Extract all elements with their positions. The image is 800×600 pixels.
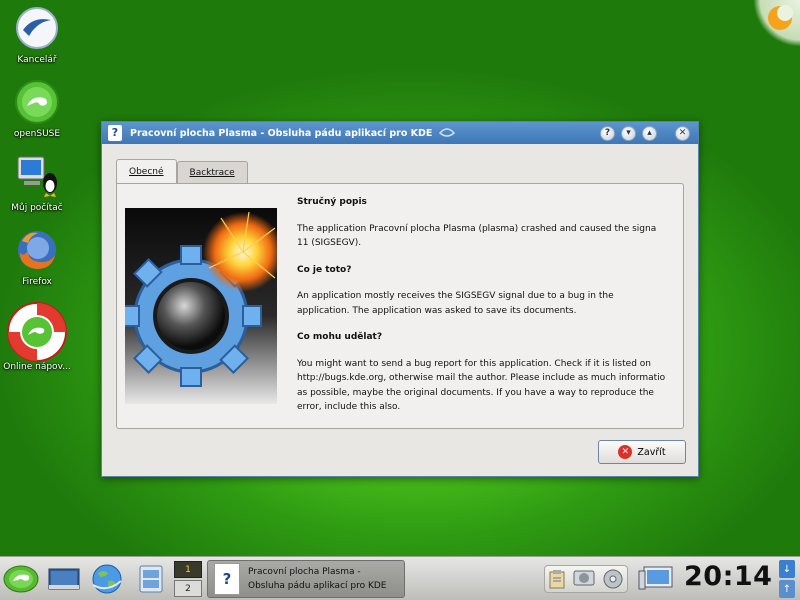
pager-desktop-1[interactable]: 1 bbox=[174, 561, 202, 578]
opensuse-icon bbox=[13, 78, 61, 126]
general-panel: Stručný popis The application Pracovní p… bbox=[116, 183, 684, 429]
section-heading-what: Co je toto? bbox=[297, 264, 352, 275]
task-title-line: Pracovní plocha Plasma - bbox=[248, 567, 361, 577]
text-line: http://bugs.kde.org, otherwise mail the … bbox=[297, 373, 666, 383]
text-line: You might want to send a bug report for … bbox=[297, 358, 651, 369]
text-line: application. The application was asked t… bbox=[297, 305, 577, 316]
desktop-icon-opensuse[interactable]: openSUSE bbox=[4, 78, 70, 139]
section-text-summary: The application Pracovní plocha Plasma (… bbox=[297, 222, 683, 251]
desktop-icon-label: Můj počítač bbox=[11, 203, 63, 213]
desktop-icon-online-help[interactable]: Online nápov... bbox=[3, 300, 71, 372]
minimize-icon[interactable]: ▾ bbox=[621, 125, 636, 141]
section-heading-summary: Stručný popis bbox=[297, 197, 367, 207]
device-notifier[interactable] bbox=[636, 563, 676, 595]
my-computer-icon bbox=[13, 152, 61, 200]
close-icon[interactable]: ✕ bbox=[675, 125, 690, 141]
text-line: as possible, maybe the original document… bbox=[297, 387, 654, 398]
help-icon[interactable]: ? bbox=[600, 125, 615, 141]
optical-drive-icon[interactable] bbox=[602, 568, 624, 590]
desktop-pager: 1 2 bbox=[174, 561, 202, 597]
crash-illustration bbox=[125, 208, 277, 404]
taskbar-task-crash-handler[interactable]: ? Pracovní plocha Plasma - Obsluha pádu … bbox=[207, 560, 405, 598]
close-button[interactable]: ✕ Zavřít bbox=[598, 440, 686, 464]
crash-description: Stručný popis The application Pracovní p… bbox=[297, 195, 683, 427]
section-text-what: An application mostly receives the SIGSE… bbox=[297, 289, 683, 318]
tab-general[interactable]: Obecné bbox=[116, 159, 177, 184]
file-cabinet-icon bbox=[139, 565, 163, 593]
show-desktop-button[interactable] bbox=[46, 563, 82, 595]
desktop-icon-office[interactable]: Kancelář bbox=[4, 4, 70, 65]
taskbar: 1 2 ? Pracovní plocha Plasma - Obsluha p… bbox=[0, 556, 800, 600]
dialog-title: Pracovní plocha Plasma - Obsluha pádu ap… bbox=[130, 127, 433, 139]
text-line: An application mostly receives the SIGSE… bbox=[297, 291, 614, 301]
close-x-icon: ✕ bbox=[618, 445, 633, 459]
desktop-icon-label: Firefox bbox=[22, 277, 52, 287]
tab-backtrace[interactable]: Backtrace bbox=[176, 161, 248, 183]
desktop-toolbox[interactable] bbox=[752, 0, 800, 46]
desktop-icon-firefox[interactable]: Firefox bbox=[4, 226, 70, 287]
text-line: The application Pracovní plocha Plasma (… bbox=[297, 223, 657, 234]
desktop-icon bbox=[48, 568, 80, 590]
desktop-icon-my-computer[interactable]: Můj počítač bbox=[4, 152, 70, 213]
desktop-icon-label: openSUSE bbox=[13, 129, 61, 139]
download-arrow-icon: ↓ bbox=[779, 560, 795, 578]
section-text-actions: You might want to send a bug report for … bbox=[297, 357, 683, 415]
globe-icon bbox=[92, 564, 122, 594]
pager-desktop-2[interactable]: 2 bbox=[174, 580, 202, 597]
clipboard-icon[interactable] bbox=[548, 569, 566, 589]
plasma-toolbox-icon bbox=[768, 5, 793, 30]
opensuse-menu-icon bbox=[3, 565, 39, 593]
desktop-icon-label: Online nápov... bbox=[3, 362, 71, 372]
office-icon bbox=[13, 4, 61, 52]
tab-label: Backtrace bbox=[189, 167, 235, 178]
kickoff-menu-button[interactable] bbox=[2, 563, 40, 595]
app-question-icon[interactable]: ? bbox=[108, 125, 122, 141]
file-manager-launcher[interactable] bbox=[134, 563, 168, 595]
network-icon[interactable] bbox=[573, 569, 595, 589]
tab-label: Obecné bbox=[129, 167, 164, 177]
maximize-icon[interactable]: ▴ bbox=[642, 125, 657, 141]
kde-swirl-icon bbox=[439, 128, 456, 137]
text-line: error, include this also. bbox=[297, 402, 401, 412]
section-heading-actions: Co mohu udělat? bbox=[297, 332, 383, 342]
tab-bar: Obecné Backtrace bbox=[116, 159, 248, 184]
question-icon: ? bbox=[214, 563, 240, 595]
monitor-icon bbox=[638, 566, 673, 590]
clock[interactable]: 20:14 bbox=[684, 561, 772, 592]
task-title-line: Obsluha pádu aplikací pro KDE bbox=[248, 581, 387, 591]
system-tray bbox=[544, 565, 628, 593]
crash-dialog: ? Pracovní plocha Plasma - Obsluha pádu … bbox=[101, 121, 699, 477]
upload-arrow-icon: ↑ bbox=[779, 580, 795, 598]
firefox-icon bbox=[13, 226, 61, 274]
update-applet[interactable]: ↓ ↑ bbox=[779, 560, 795, 598]
close-button-label: Zavřít bbox=[637, 446, 666, 458]
web-browser-launcher[interactable] bbox=[88, 563, 126, 595]
dialog-titlebar[interactable]: ? Pracovní plocha Plasma - Obsluha pádu … bbox=[102, 122, 698, 144]
text-line: 11 (SIGSEGV). bbox=[297, 238, 362, 248]
desktop-icon-label: Kancelář bbox=[17, 55, 57, 65]
online-help-icon bbox=[5, 300, 69, 364]
